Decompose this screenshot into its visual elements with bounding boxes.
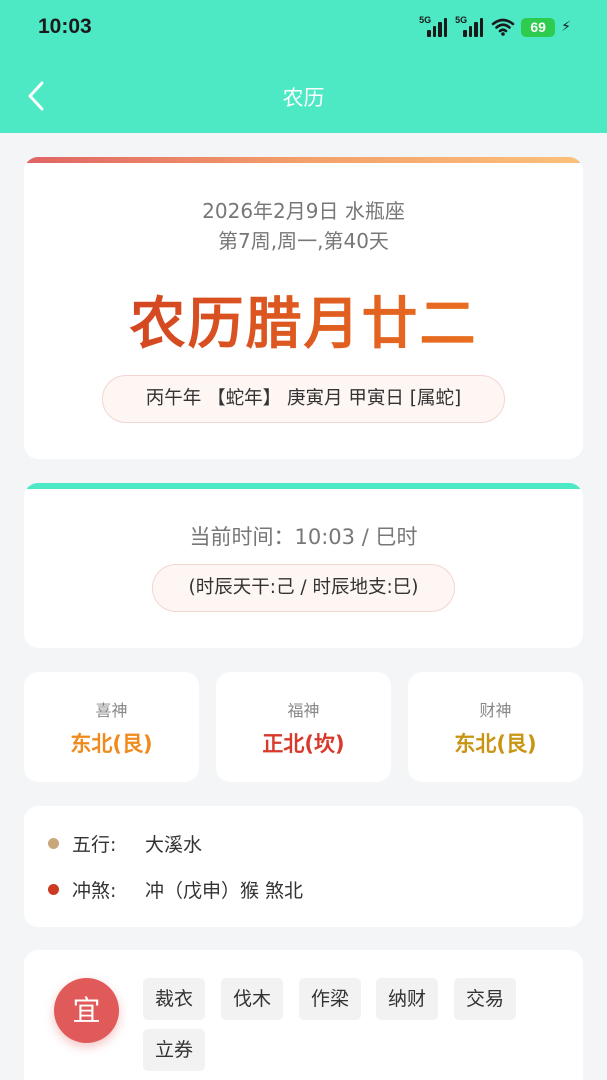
xishen-card: 喜神 东北(艮) xyxy=(24,672,199,782)
current-time-card: 当前时间：10:03 / 巳时 (时辰天干:己 / 时辰地支:巳) xyxy=(24,483,583,648)
ganzhi-badge: 丙午年 【蛇年】 庚寅月 甲寅日 [属蛇] xyxy=(102,375,505,423)
chongsha-row: 冲煞: 冲（戊申）猴 煞北 xyxy=(48,874,303,904)
status-icons: 5G 5G 69 ⚡ xyxy=(419,14,571,40)
week-info: 第7周,周一,第40天 xyxy=(218,229,389,253)
signal-icon: 5G xyxy=(455,15,485,39)
signal-icon: 5G xyxy=(419,15,449,39)
yi-tag: 纳财 xyxy=(376,978,439,1020)
info-card xyxy=(24,806,583,927)
god-direction: 正北(坎) xyxy=(262,732,345,756)
god-direction: 东北(艮) xyxy=(454,732,537,756)
wifi-icon xyxy=(491,18,515,36)
battery-icon: 69 xyxy=(521,17,556,37)
god-label: 财神 xyxy=(479,701,512,720)
lunar-date-card: 2026年2月9日 水瓶座 第7周,周一,第40天 农历腊月廿二 丙午年 【蛇年… xyxy=(24,157,583,459)
lunar-date-title: 农历腊月廿二 xyxy=(24,279,583,360)
yi-tag: 裁衣 xyxy=(143,978,206,1020)
yi-badge: 宜 xyxy=(54,978,119,1043)
wuxing-row: 五行: 大溪水 xyxy=(48,828,202,858)
wuxing-value: 大溪水 xyxy=(145,833,203,856)
wuxing-label: 五行: xyxy=(72,833,117,856)
chongsha-value: 冲（戊申）猴 煞北 xyxy=(145,879,304,902)
god-label: 喜神 xyxy=(95,701,128,720)
gregorian-date: 2026年2月9日 水瓶座 xyxy=(202,199,405,223)
app-header: 10:03 5G 5G 69 ⚡ 农历 xyxy=(0,0,607,133)
card-accent-bar xyxy=(24,157,583,163)
fushen-card: 福神 正北(坎) xyxy=(216,672,391,782)
yi-tag: 立券 xyxy=(143,1029,206,1071)
wuxing-dot xyxy=(48,837,59,849)
yi-tag: 伐木 xyxy=(221,978,284,1020)
card-accent-bar xyxy=(24,483,583,489)
yi-tag: 交易 xyxy=(454,978,517,1020)
page-title: 农历 xyxy=(282,86,325,110)
current-time-text: 当前时间：10:03 / 巳时 xyxy=(189,525,418,549)
status-bar: 10:03 5G 5G 69 ⚡ xyxy=(0,0,607,56)
caishen-card: 财神 东北(艮) xyxy=(408,672,583,782)
status-time: 10:03 xyxy=(38,15,92,38)
god-direction: 东北(艮) xyxy=(70,732,153,756)
shichen-badge: (时辰天干:己 / 时辰地支:巳) xyxy=(152,564,455,612)
god-label: 福神 xyxy=(287,701,320,720)
chongsha-dot xyxy=(48,883,59,895)
chongsha-label: 冲煞: xyxy=(72,879,117,902)
yi-tag: 作梁 xyxy=(299,978,362,1020)
charging-icon: ⚡ xyxy=(561,19,571,35)
